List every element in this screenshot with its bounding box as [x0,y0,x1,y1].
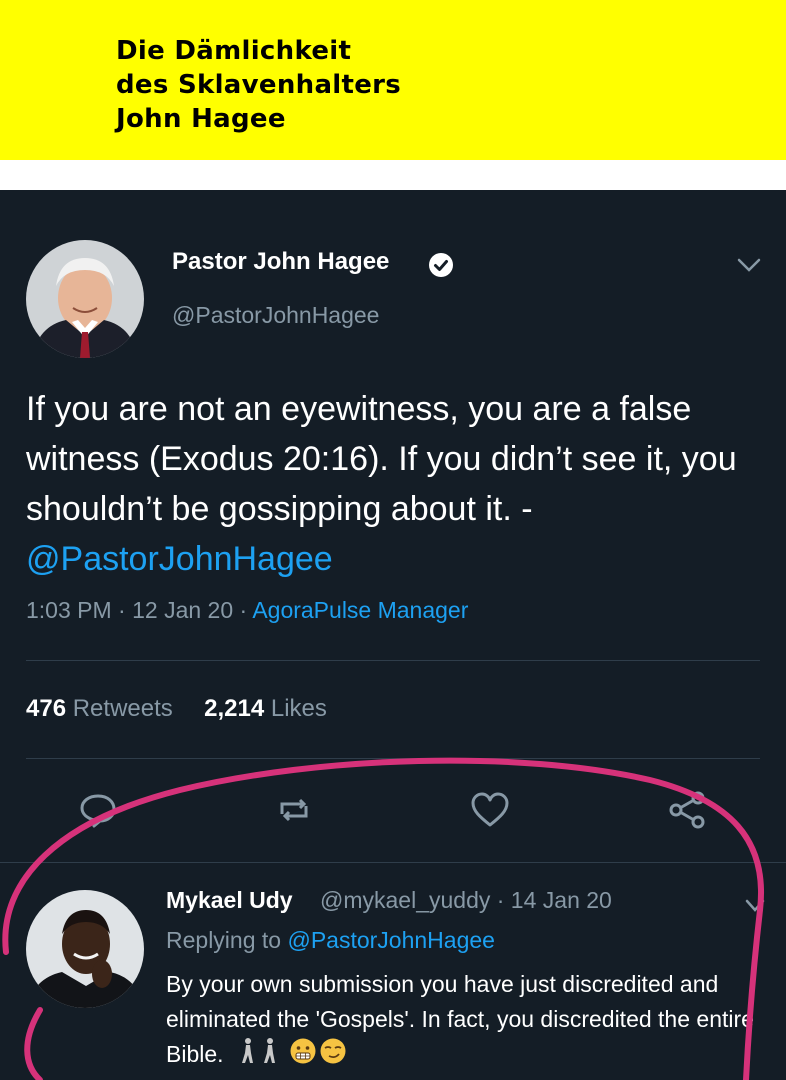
tweet-source-link[interactable]: AgoraPulse Manager [252,597,468,623]
tweet-screenshot: Pastor John Hagee @PastorJohnHagee If yo… [0,190,786,1080]
like-icon[interactable] [468,788,512,832]
reply-text: By your own submission you have just dis… [166,967,766,1075]
person-walking-emoji [263,1038,275,1063]
tweet-time[interactable]: 1:03 PM [26,597,112,623]
reply-author-name[interactable]: Mykael Udy [166,887,293,914]
reply-icon[interactable] [76,788,120,832]
emoji-group [240,1037,360,1075]
grimacing-face-emoji [290,1038,316,1064]
caption-banner: Die Dämlichkeit des Sklavenhalters John … [0,0,786,160]
verified-badge-icon [428,252,454,278]
chevron-down-icon[interactable] [744,898,766,914]
tweet-date[interactable]: 12 Jan 20 [132,597,233,623]
retweet-icon[interactable] [276,788,320,832]
retweets-count: 476 [26,695,67,722]
replying-prefix: Replying to [166,927,282,953]
reply-author-handle-date[interactable]: @mykael_yuddy · 14 Jan 20 [320,887,612,914]
tweet-stats: 476 Retweets 2,214 Likes [26,695,327,723]
divider [0,862,786,863]
smirking-face-emoji [320,1038,346,1064]
meta-separator: · [239,597,253,623]
share-icon[interactable] [666,788,710,832]
retweets-label: Retweets [72,695,173,722]
divider [26,758,760,759]
likes-stat[interactable]: 2,214 Likes [204,695,327,722]
author-name[interactable]: Pastor John Hagee [172,248,389,276]
replying-to-line: Replying to @PastorJohnHagee [166,927,495,954]
tweet-text: If you are not an eyewitness, you are a … [26,384,761,584]
author-handle[interactable]: @PastorJohnHagee [172,302,379,329]
tweet-meta: 1:03 PM · 12 Jan 20 · AgoraPulse Manager [26,597,468,624]
chevron-down-icon[interactable] [736,256,762,274]
person-walking-emoji [241,1038,253,1063]
likes-label: Likes [270,695,327,722]
tweet-text-body: If you are not an eyewitness, you are a … [26,390,737,528]
likes-count: 2,214 [204,695,265,722]
meta-separator: · [118,597,133,623]
divider [26,660,760,661]
author-avatar[interactable] [26,240,144,358]
replying-to-mention[interactable]: @PastorJohnHagee [287,927,494,953]
retweets-stat[interactable]: 476 Retweets [26,695,173,722]
tweet-mention-link[interactable]: @PastorJohnHagee [26,540,333,578]
banner-title: Die Dämlichkeit des Sklavenhalters John … [116,36,402,134]
reply-author-avatar[interactable] [26,890,144,1008]
